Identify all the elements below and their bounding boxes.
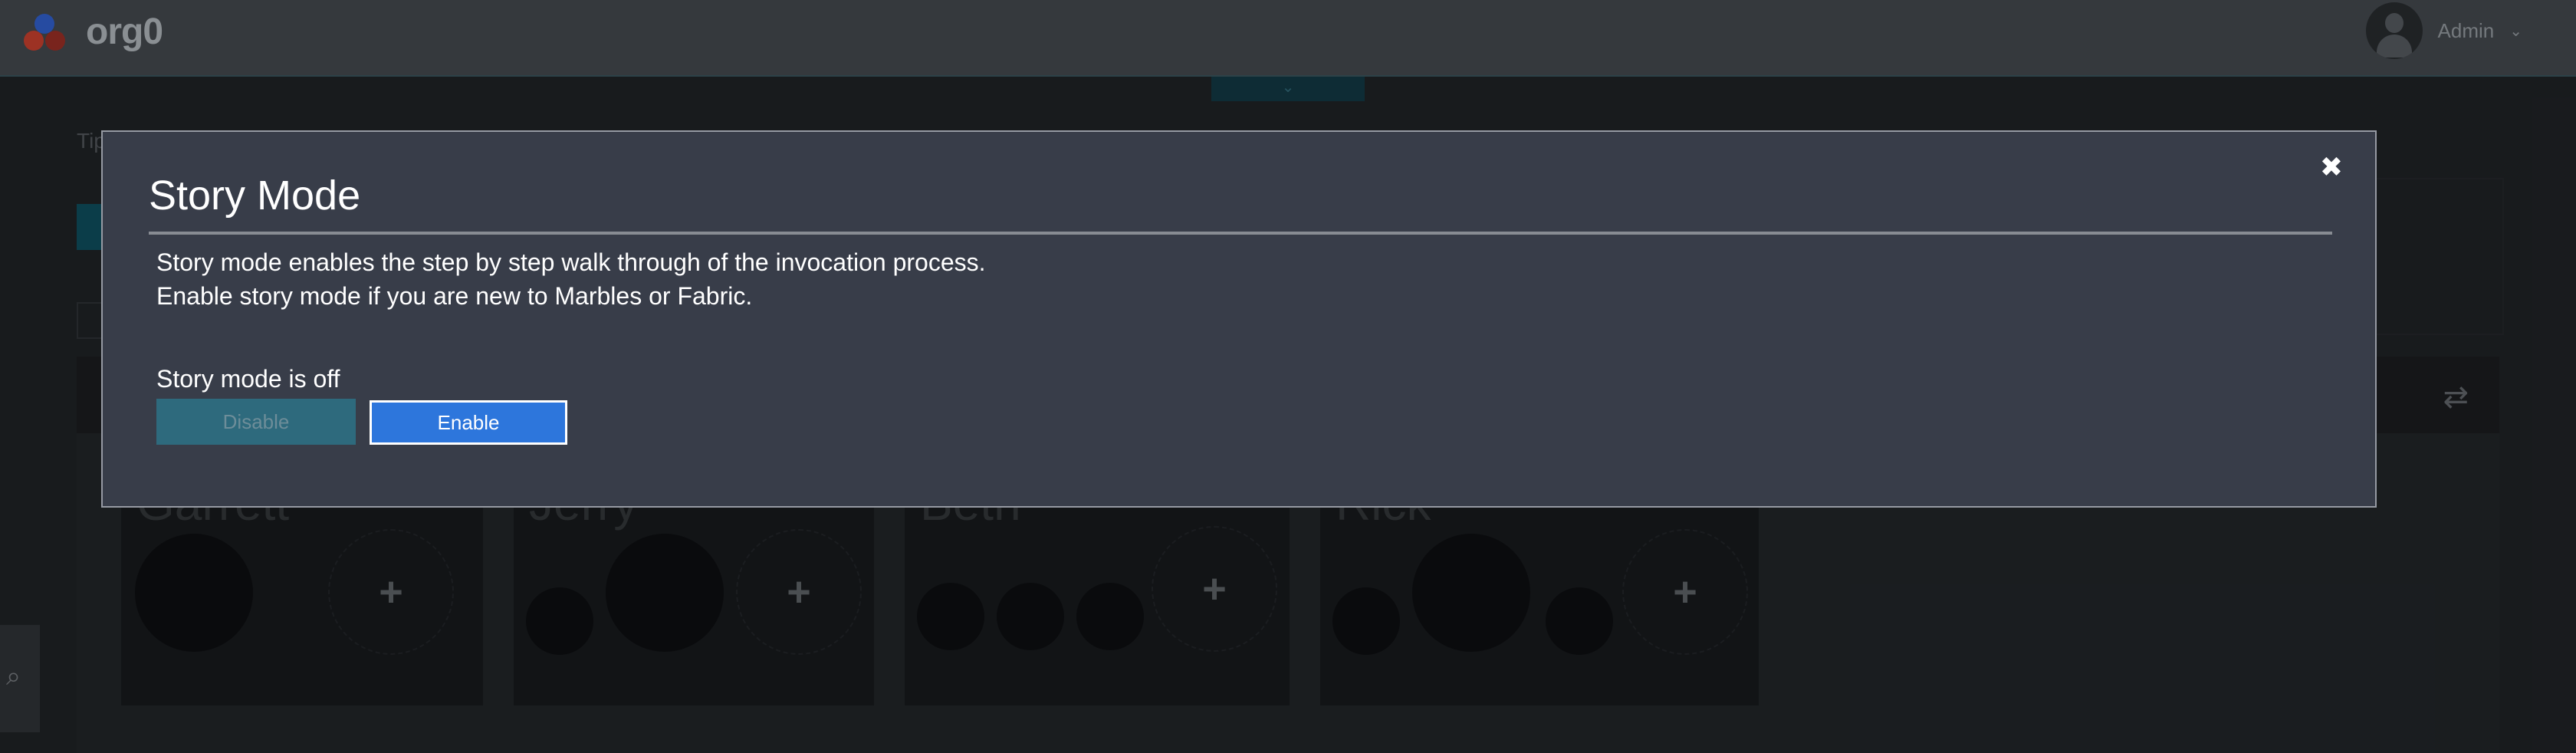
- story-mode-dialog: ✖ Story Mode Story mode enables the step…: [101, 130, 2377, 508]
- title-divider: [149, 232, 2332, 235]
- description-line: Story mode enables the step by step walk…: [156, 248, 986, 276]
- dialog-description: Story mode enables the step by step walk…: [156, 245, 986, 313]
- dialog-title: Story Mode: [149, 173, 361, 219]
- disable-button[interactable]: Disable: [156, 399, 356, 445]
- close-icon[interactable]: ✖: [2320, 152, 2343, 182]
- story-mode-status: Story mode is off: [156, 365, 340, 393]
- description-line: Enable story mode if you are new to Marb…: [156, 282, 753, 310]
- enable-button[interactable]: Enable: [370, 400, 567, 445]
